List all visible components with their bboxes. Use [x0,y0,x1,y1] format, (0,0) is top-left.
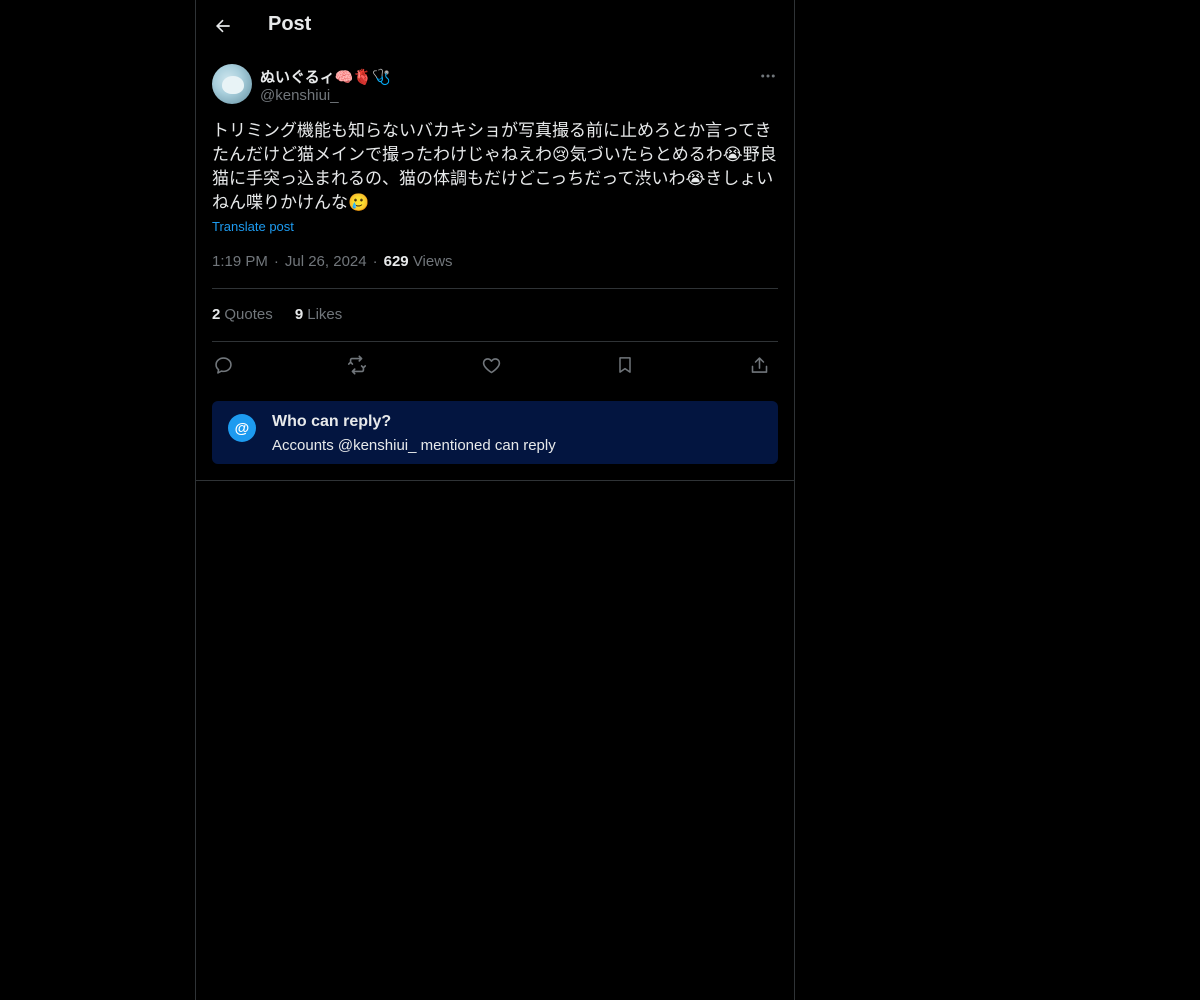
bookmark-icon [619,357,631,373]
avatar-figure [222,76,244,94]
divider [212,288,778,289]
more-options-button[interactable] [756,64,780,88]
heart-icon [482,357,500,373]
back-button[interactable] [208,11,238,41]
divider [212,341,778,342]
main-column: Post ぬいぐるィ🧠🫀🩺 @kenshiui_ トリミング機能も知らないバカキ… [195,0,795,1000]
who-can-reply-description: Accounts @kenshiui_ mentioned can reply [272,437,556,454]
share-icon [751,356,767,373]
engagement-stats: 2 Quotes 9 Likes [212,306,360,323]
bookmark-button[interactable] [612,352,638,378]
repost-icon [347,355,367,375]
quotes-count: 2 [212,306,221,323]
more-horizontal-icon [761,74,775,78]
who-can-reply-notice: @ Who can reply? Accounts @kenshiui_ men… [212,401,778,464]
like-button[interactable] [478,352,504,378]
separator-dot: · [372,253,378,270]
page-title: Post [268,13,312,35]
translate-post-link[interactable]: Translate post [212,219,294,234]
likes-label: Likes [307,306,343,323]
post-time[interactable]: 1:19 PM [212,253,268,270]
quotes-stat[interactable]: 2 Quotes [212,306,273,323]
views-count: 629 [383,253,409,270]
quotes-label: Quotes [224,306,273,323]
section-divider [196,480,794,481]
action-bar [212,352,778,378]
share-button[interactable] [746,352,772,378]
author-display-name[interactable]: ぬいぐるィ🧠🫀🩺 [260,66,391,87]
post-text: トリミング機能も知らないバカキショが写真撮る前に止めろとか言ってきたんだけど猫メ… [212,121,777,212]
repost-button[interactable] [344,352,370,378]
likes-count: 9 [294,306,304,323]
author-handle[interactable]: @kenshiui_ [260,87,339,104]
views-label: Views [412,253,453,270]
reply-button[interactable] [210,352,236,378]
post-meta: 1:19 PM · Jul 26, 2024 · 629 Views [212,253,453,270]
at-icon: @ [228,414,256,442]
top-bar: Post [196,0,794,53]
reply-icon [214,356,232,374]
post-date[interactable]: Jul 26, 2024 [285,253,367,270]
avatar[interactable] [212,64,252,104]
likes-stat[interactable]: 9 Likes [295,306,342,323]
separator-dot: · [273,253,279,270]
who-can-reply-title: Who can reply? [272,413,392,430]
arrow-left-icon [216,19,230,33]
